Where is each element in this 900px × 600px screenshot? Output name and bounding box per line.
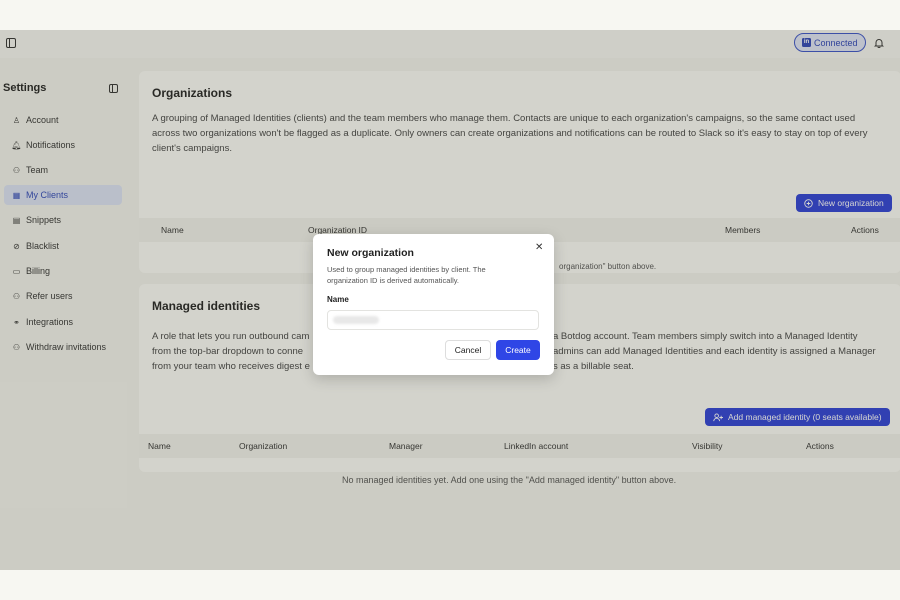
redacted-input-text (333, 316, 379, 324)
name-label: Name (327, 295, 349, 304)
dialog-description: Used to group managed identities by clie… (327, 265, 486, 285)
new-organization-dialog: New organization ✕ Used to group managed… (313, 234, 554, 375)
dialog-title: New organization (327, 247, 414, 259)
close-icon[interactable]: ✕ (535, 242, 543, 253)
cancel-button[interactable]: Cancel (445, 340, 491, 360)
create-button[interactable]: Create (496, 340, 540, 360)
